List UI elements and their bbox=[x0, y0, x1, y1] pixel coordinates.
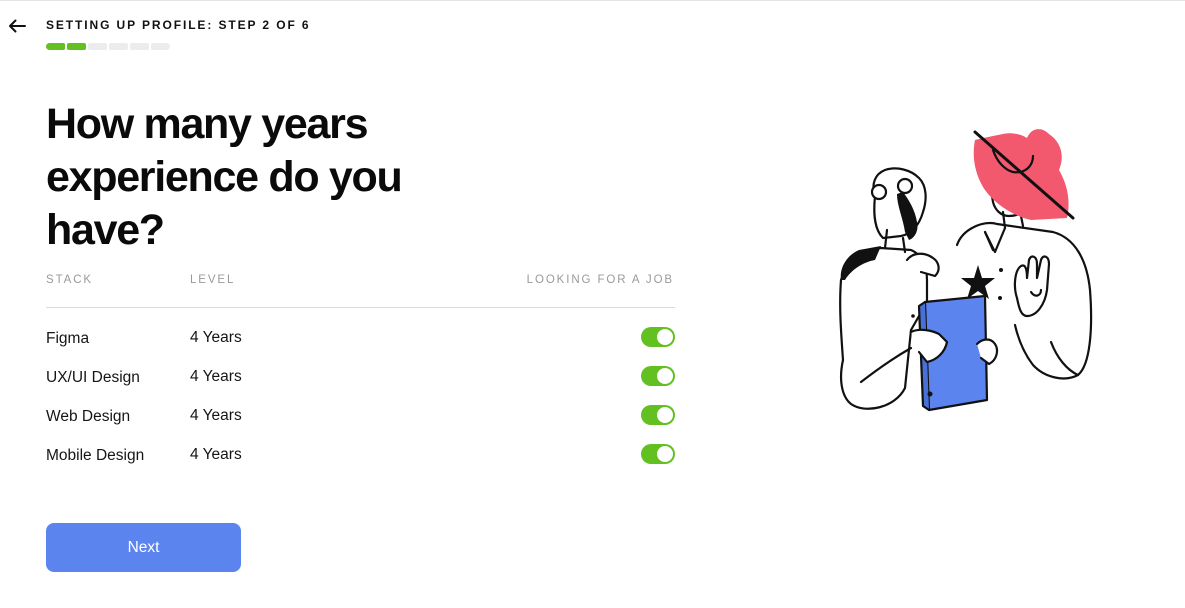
looking-for-job-toggle[interactable] bbox=[641, 327, 675, 347]
stack-level[interactable]: 4 Years bbox=[190, 368, 242, 386]
step-label: SETTING UP PROFILE: STEP 2 OF 6 bbox=[46, 18, 311, 32]
progress-bar bbox=[46, 43, 170, 50]
progress-segment bbox=[67, 43, 86, 50]
two-people-with-folder-illustration bbox=[839, 129, 1093, 412]
column-header-looking-for-job: LOOKING FOR A JOB bbox=[526, 274, 674, 286]
looking-for-job-toggle[interactable] bbox=[641, 366, 675, 386]
progress-segment bbox=[46, 43, 65, 50]
column-header-level: LEVEL bbox=[190, 274, 236, 286]
looking-for-job-toggle[interactable] bbox=[641, 405, 675, 425]
stack-name: Figma bbox=[46, 330, 90, 347]
stack-name: Web Design bbox=[46, 408, 131, 425]
progress-segment bbox=[151, 43, 170, 50]
toggle-knob bbox=[657, 446, 673, 462]
stack-level[interactable]: 4 Years bbox=[190, 329, 242, 347]
stack-level[interactable]: 4 Years bbox=[190, 446, 242, 464]
toggle-knob bbox=[657, 368, 673, 384]
toggle-knob bbox=[657, 329, 673, 345]
table-row: Figma 4 Years bbox=[46, 326, 675, 354]
arrow-left-icon bbox=[9, 19, 26, 33]
progress-segment bbox=[88, 43, 107, 50]
table-row: UX/UI Design 4 Years bbox=[46, 365, 675, 393]
table-row: Web Design 4 Years bbox=[46, 404, 675, 432]
column-header-stack: STACK bbox=[46, 274, 93, 286]
stack-level[interactable]: 4 Years bbox=[190, 407, 242, 425]
progress-segment bbox=[109, 43, 128, 50]
table-row: Mobile Design 4 Years bbox=[46, 443, 675, 471]
top-border bbox=[0, 0, 1185, 1]
stack-name: Mobile Design bbox=[46, 447, 145, 464]
looking-for-job-toggle[interactable] bbox=[641, 444, 675, 464]
stack-name: UX/UI Design bbox=[46, 369, 140, 386]
progress-segment bbox=[130, 43, 149, 50]
table-divider bbox=[46, 307, 675, 308]
page-title: How many years experience do you have? bbox=[46, 100, 403, 254]
toggle-knob bbox=[657, 407, 673, 423]
next-button[interactable]: Next bbox=[46, 523, 241, 572]
back-button[interactable] bbox=[4, 13, 30, 39]
